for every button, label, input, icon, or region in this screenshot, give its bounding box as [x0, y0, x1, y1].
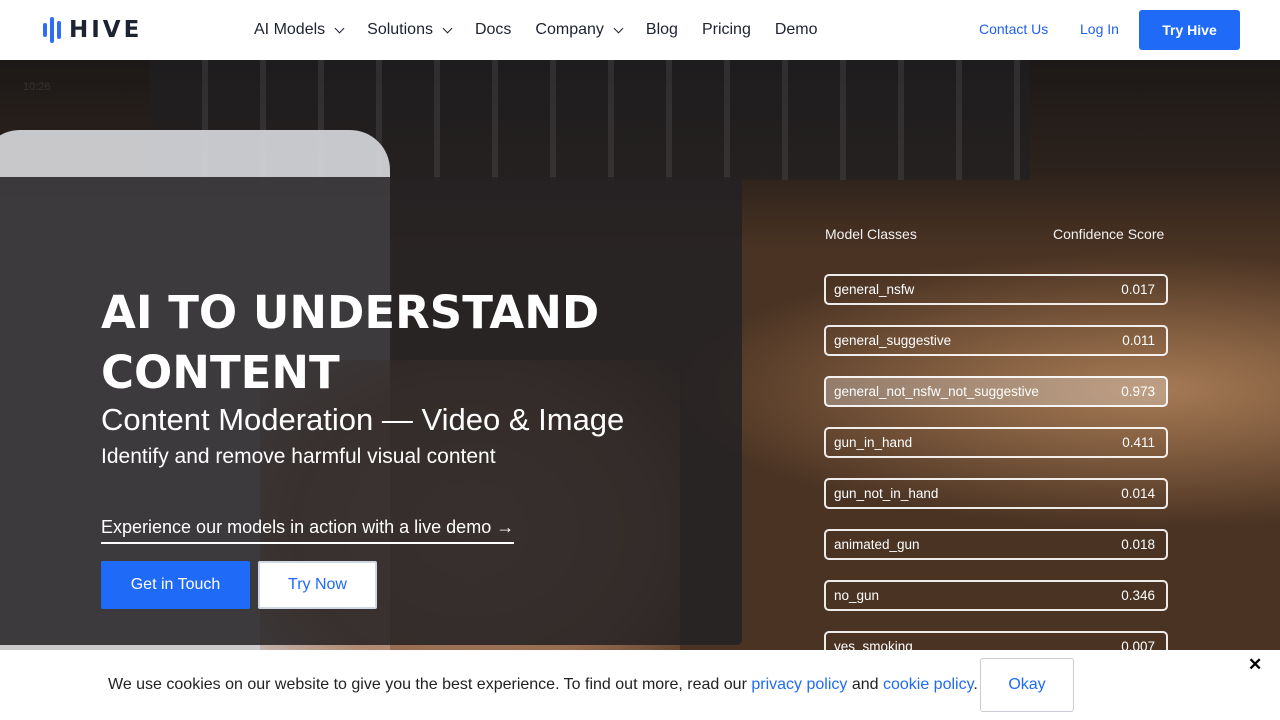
nav-item-solutions[interactable]: Solutions — [367, 21, 453, 39]
model-class-row: general_suggestive 0.011 — [824, 325, 1168, 356]
class-name: no_gun — [834, 588, 880, 603]
class-score: 0.017 — [1121, 282, 1155, 297]
cookie-banner: We use cookies on our website to give yo… — [0, 650, 1280, 720]
cookie-policy-link[interactable]: cookie policy — [883, 676, 973, 693]
nav-label: Pricing — [701, 21, 751, 38]
chevron-down-icon — [613, 23, 624, 33]
nav-item-ai-models[interactable]: AI Models — [254, 21, 345, 39]
hero-title: AI TO UNDERSTAND CONTENT — [101, 286, 600, 399]
model-class-row: no_gun 0.346 — [824, 580, 1168, 611]
cookie-message: We use cookies on our website to give yo… — [108, 676, 978, 694]
class-score: 0.014 — [1121, 486, 1155, 501]
nav-label: Demo — [774, 21, 818, 38]
class-score: 0.411 — [1122, 435, 1155, 450]
nav-item-blog[interactable]: Blog — [646, 21, 678, 39]
confidence-score-heading: Confidence Score — [1053, 226, 1165, 242]
live-demo-link[interactable]: Experience our models in action with a l… — [101, 517, 515, 544]
chevron-down-icon — [334, 23, 345, 33]
hive-logo[interactable]: HIVE — [43, 17, 142, 43]
okay-button[interactable]: Okay — [980, 658, 1074, 712]
model-results-list: general_nsfw 0.017 general_suggestive 0.01… — [824, 274, 1168, 682]
class-name: gun_in_hand — [834, 435, 913, 450]
class-name: general_nsfw — [834, 282, 915, 297]
hero-subtitle: Content Moderation — Video & Image — [101, 402, 625, 437]
nav-label: Docs — [474, 21, 512, 38]
nav-label: Solutions — [367, 21, 433, 38]
model-class-row: gun_not_in_hand 0.014 — [824, 478, 1168, 509]
main-nav: AI Models Solutions Docs Company Blog Pr… — [254, 0, 842, 60]
cookie-text-and: and — [847, 676, 883, 693]
chevron-down-icon — [442, 23, 453, 33]
close-icon[interactable]: ✕ — [1248, 655, 1262, 675]
class-name: animated_gun — [834, 537, 920, 552]
top-navbar: HIVE AI Models Solutions Docs Company Bl… — [0, 0, 1280, 60]
nav-item-company[interactable]: Company — [535, 21, 624, 39]
cookie-text-period: . — [973, 676, 978, 693]
class-score: 0.346 — [1121, 588, 1155, 603]
hive-logo-icon — [43, 17, 61, 43]
class-score: 0.011 — [1122, 333, 1155, 348]
contact-us-link[interactable]: Contact Us — [979, 21, 1048, 37]
nav-label: Blog — [645, 21, 678, 38]
nav-item-docs[interactable]: Docs — [475, 21, 511, 39]
nav-label: AI Models — [254, 21, 326, 38]
phone-clock-text: 10:26 — [23, 81, 51, 93]
hero-tagline: Identify and remove harmful visual conte… — [101, 445, 496, 468]
model-classes-heading: Model Classes — [825, 226, 917, 242]
class-name: gun_not_in_hand — [834, 486, 939, 501]
nav-item-demo[interactable]: Demo — [775, 21, 818, 39]
model-class-row-highlighted: general_not_nsfw_not_suggestive 0.973 — [824, 376, 1168, 407]
nav-label: Company — [535, 21, 604, 38]
class-score: 0.973 — [1121, 384, 1155, 399]
cookie-text: We use cookies on our website to give yo… — [108, 676, 752, 693]
class-score: 0.018 — [1121, 537, 1155, 552]
model-class-row: animated_gun 0.018 — [824, 529, 1168, 560]
model-class-row: gun_in_hand 0.411 — [824, 427, 1168, 458]
class-name: general_not_nsfw_not_suggestive — [834, 384, 1039, 399]
get-in-touch-button[interactable]: Get in Touch — [101, 561, 250, 609]
nav-item-pricing[interactable]: Pricing — [702, 21, 751, 39]
log-in-link[interactable]: Log In — [1080, 21, 1119, 37]
try-now-button[interactable]: Try Now — [258, 561, 377, 609]
privacy-policy-link[interactable]: privacy policy — [751, 676, 847, 693]
logo-text: HIVE — [69, 17, 143, 43]
class-name: general_suggestive — [834, 333, 952, 348]
try-hive-button[interactable]: Try Hive — [1139, 10, 1240, 50]
model-class-row: general_nsfw 0.017 — [824, 274, 1168, 305]
